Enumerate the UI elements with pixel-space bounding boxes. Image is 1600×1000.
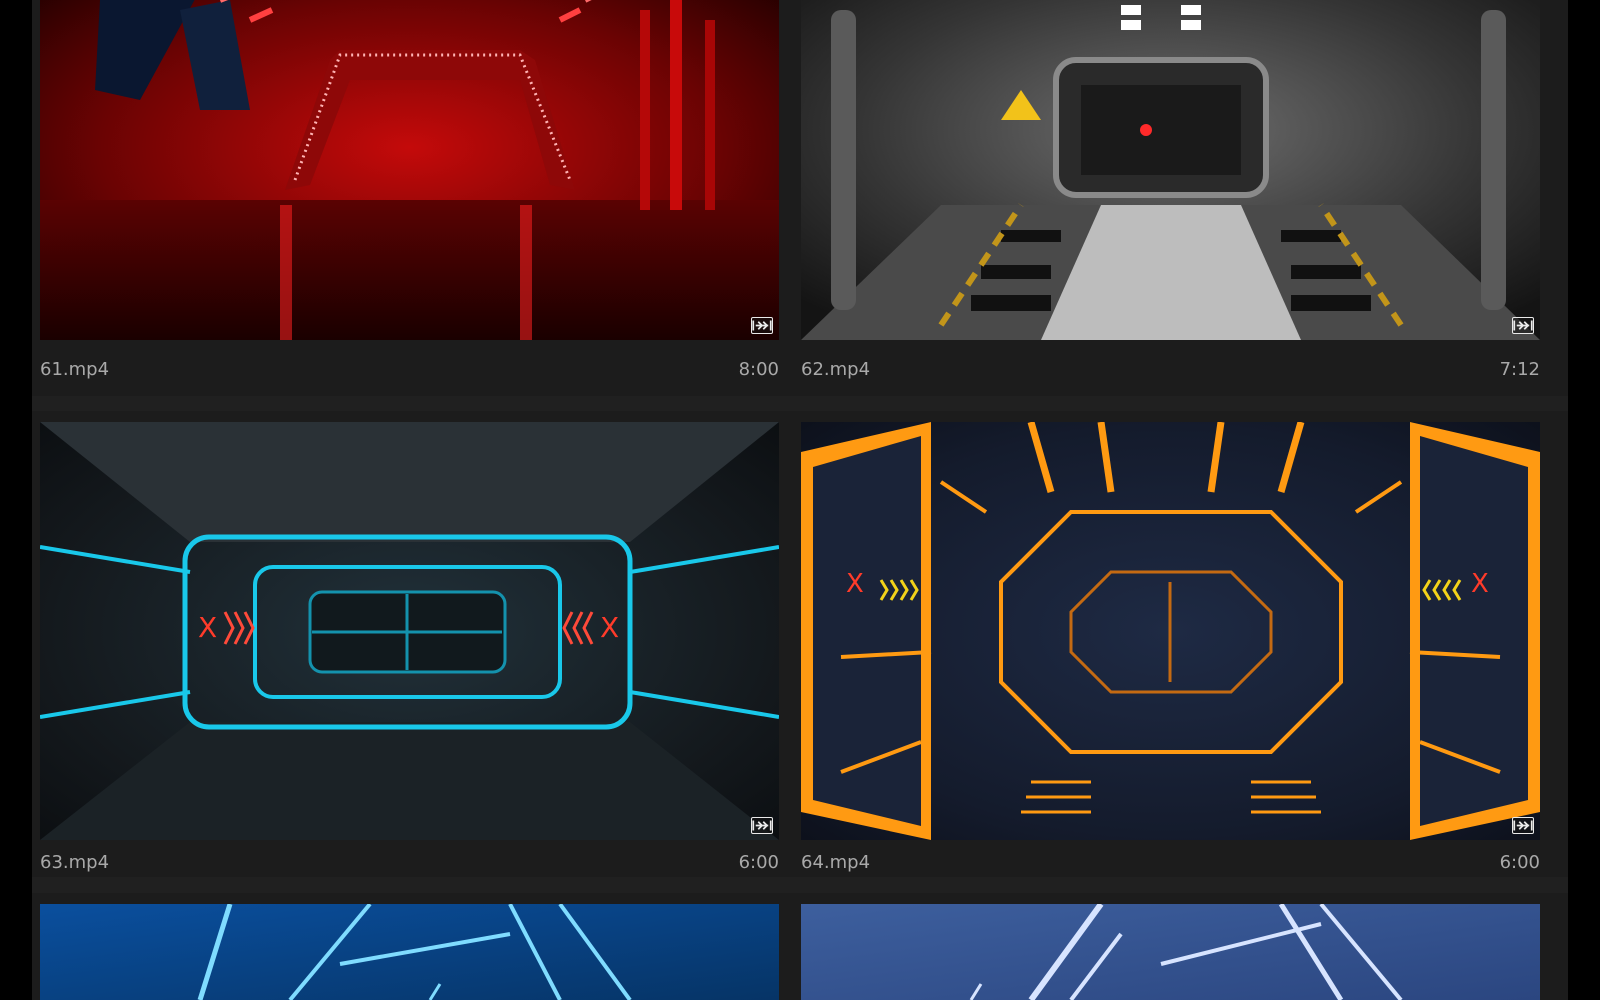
svg-text:X: X (600, 611, 619, 644)
multicam-clip-icon (1512, 817, 1534, 834)
clip-duration: 8:00 (738, 358, 779, 380)
multicam-clip-icon (751, 317, 773, 334)
red-corridor-thumbnail (40, 0, 779, 340)
orange-corridor-thumbnail: X X (801, 422, 1540, 840)
clip-duration: 6:00 (738, 851, 779, 873)
svg-text:X: X (1471, 569, 1489, 599)
media-grid: 61.mp4 8:00 62.mp4 7:12 X X 63.mp4 6:00 … (32, 0, 1568, 1000)
clip-card[interactable] (793, 893, 1568, 1000)
clip-card[interactable]: X X 64.mp4 6:00 (793, 411, 1568, 877)
clip-filename: 64.mp4 (801, 851, 871, 873)
clip-filename: 61.mp4 (40, 358, 110, 380)
blue-lines-thumbnail (40, 904, 779, 1000)
clip-thumbnail[interactable] (40, 0, 779, 340)
svg-text:X: X (846, 569, 864, 599)
clip-thumbnail[interactable]: X X (801, 422, 1540, 840)
cyan-corridor-thumbnail: X X (40, 422, 779, 840)
clip-filename: 63.mp4 (40, 851, 110, 873)
multicam-clip-icon (751, 817, 773, 834)
clip-thumbnail[interactable] (801, 904, 1540, 1000)
clip-filename: 62.mp4 (801, 358, 871, 380)
clip-meta: 64.mp4 6:00 (801, 847, 1540, 877)
clip-card[interactable]: X X 63.mp4 6:00 (32, 411, 810, 877)
svg-text:X: X (198, 611, 217, 644)
clip-thumbnail[interactable] (801, 0, 1540, 340)
clip-duration: 7:12 (1499, 358, 1540, 380)
clip-meta: 62.mp4 7:12 (801, 354, 1540, 384)
clip-card[interactable]: 62.mp4 7:12 (793, 0, 1568, 396)
clip-thumbnail[interactable]: X X (40, 422, 779, 840)
multicam-clip-icon (1512, 317, 1534, 334)
clip-card[interactable] (32, 893, 810, 1000)
clip-duration: 6:00 (1499, 851, 1540, 873)
clip-meta: 63.mp4 6:00 (40, 847, 779, 877)
grey-corridor-thumbnail (801, 0, 1540, 340)
clip-thumbnail[interactable] (40, 904, 779, 1000)
clip-meta: 61.mp4 8:00 (40, 354, 779, 384)
clip-card[interactable]: 61.mp4 8:00 (32, 0, 810, 396)
pale-blue-lines-thumbnail (801, 904, 1540, 1000)
